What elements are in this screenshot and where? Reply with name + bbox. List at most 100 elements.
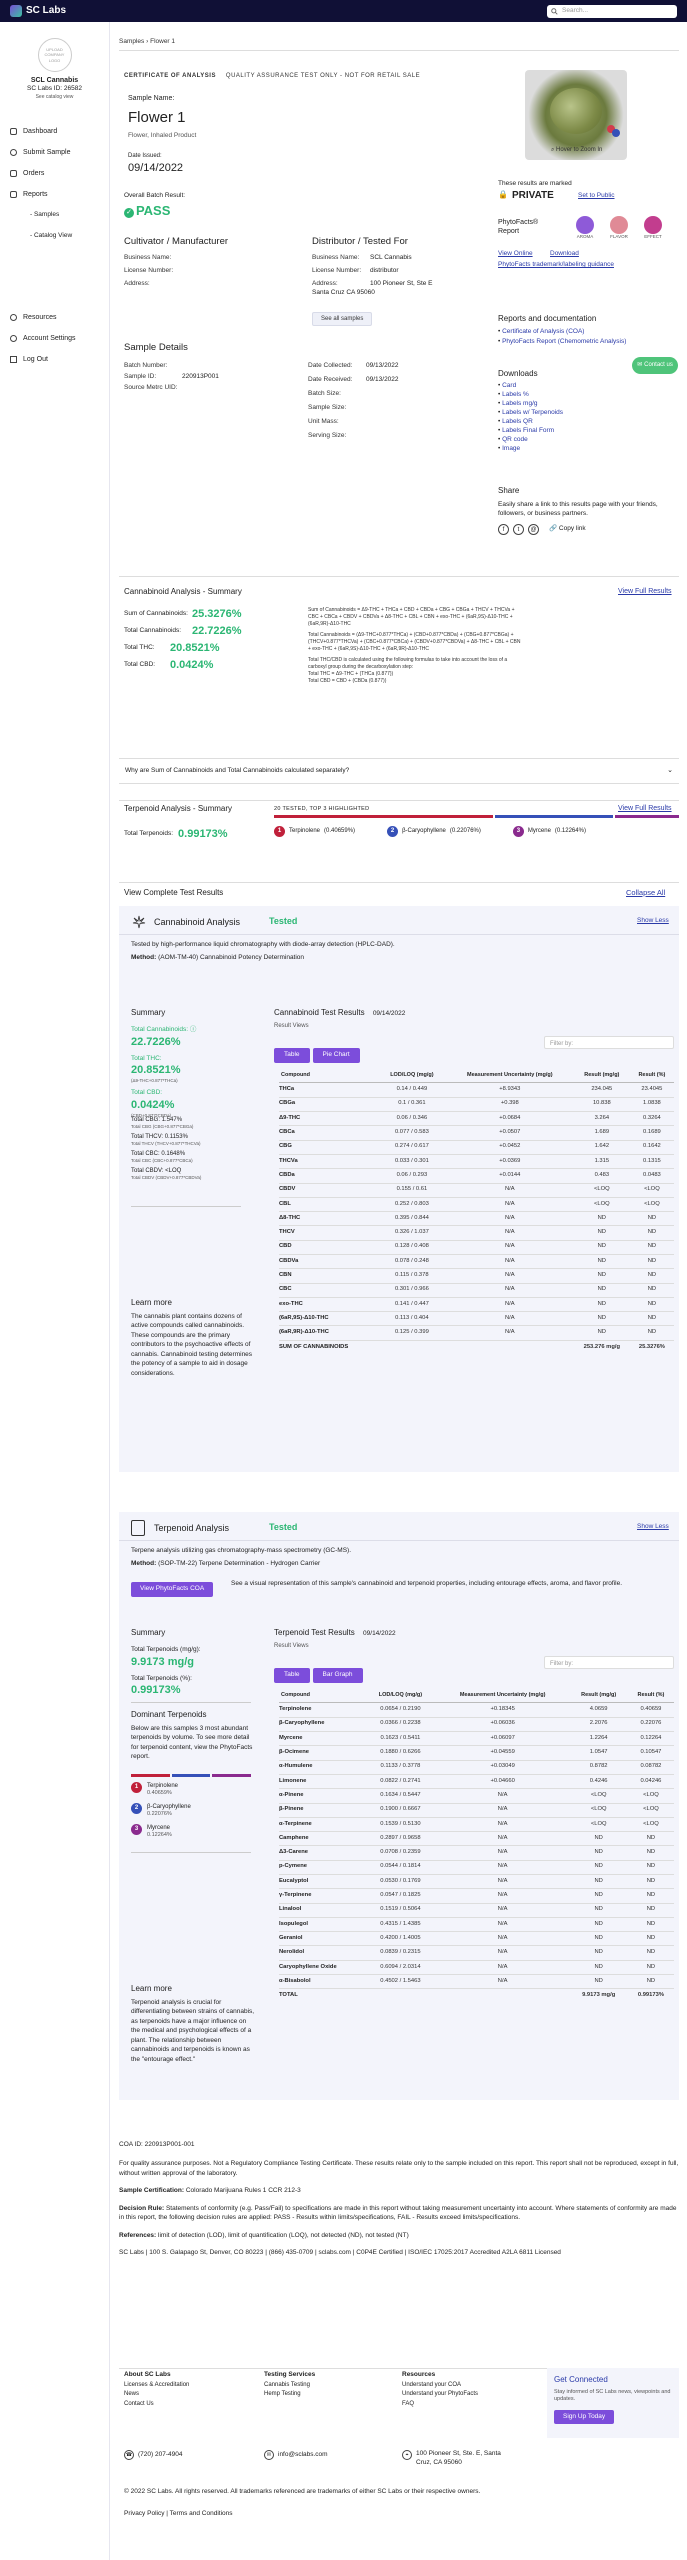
collapse-all-link[interactable]: Collapse All <box>626 888 665 898</box>
terpenoid-view-full-results[interactable]: View Full Results <box>618 804 672 813</box>
decision-value: Statements of conformity (e.g. Pass/Fail… <box>119 2204 677 2222</box>
table-cell: N/A <box>445 1211 574 1227</box>
download-qr-code[interactable]: QR code <box>502 436 528 443</box>
tab-table[interactable]: Table <box>274 1048 310 1063</box>
sidebar-item-label: Orders <box>23 169 45 177</box>
footer-email[interactable]: ✉ info@sclabs.com <box>264 2450 328 2460</box>
sidebar-item-resources[interactable]: Resources <box>10 307 109 328</box>
report-phytofacts-link[interactable]: PhytoFacts Report (Chemometric Analysis) <box>502 338 626 345</box>
sidebar-item-orders[interactable]: Orders <box>10 163 109 184</box>
faq-accordion[interactable]: Why are Sum of Cannabinoids and Total Ca… <box>119 758 679 784</box>
cannabinoid-tested-badge: Tested <box>269 916 298 926</box>
table-row: Myrcene 0.1623 / 0.5411 +0.06097 1.2264 0.12… <box>279 1731 674 1747</box>
view-phytofacts-coa-button[interactable]: View PhytoFacts COA <box>131 1582 214 1597</box>
terpenoid-name: Myrcene <box>147 1825 171 1831</box>
flavor-chip[interactable]: FLAVOR <box>610 216 628 240</box>
sidebar-item-account-settings[interactable]: Account Settings <box>10 328 109 349</box>
download-labels-qr[interactable]: Labels QR <box>502 418 533 425</box>
effect-chip[interactable]: EFFECT <box>644 216 662 240</box>
footer-link[interactable]: Cannabis Testing <box>264 2381 315 2391</box>
table-row: CBDV 0.155 / 0.61 N/A <LOQ <LOQ <box>279 1183 674 1198</box>
footer-link[interactable]: FAQ <box>402 2400 478 2410</box>
footer-link[interactable]: Understand your PhytoFacts <box>402 2390 478 2400</box>
download-labels-pct[interactable]: Labels % <box>502 391 529 398</box>
sidebar-item-dashboard[interactable]: Dashboard <box>10 121 109 142</box>
email-icon[interactable]: @ <box>528 524 539 535</box>
footer-link[interactable]: News <box>124 2390 189 2400</box>
table-cell: 0.0654 / 0.2190 <box>365 1702 436 1718</box>
phytofacts-guidelines-link[interactable]: PhytoFacts trademark/labeling guidance <box>498 261 614 270</box>
table-cell: 234.045 <box>573 1082 630 1098</box>
twitter-icon[interactable]: t <box>513 524 524 535</box>
see-all-samples-button[interactable]: See all samples <box>312 312 373 327</box>
tab-bar-graph[interactable]: Bar Graph <box>312 1668 363 1683</box>
cannabinoid-filter-input[interactable]: Filter by: <box>544 1036 674 1049</box>
table-cell: CBDV <box>279 1183 379 1198</box>
terpenoid-show-less[interactable]: Show Less <box>637 1523 669 1532</box>
breadcrumb-samples-link[interactable]: Samples <box>119 38 144 45</box>
search-input[interactable]: Search... <box>547 4 677 18</box>
table-cell: Caryophyllene Oxide <box>279 1960 366 1976</box>
info-icon[interactable]: ⓘ <box>190 1026 197 1033</box>
myrcene-bar-segment <box>614 815 679 818</box>
table-cell: +0.0144 <box>445 1168 574 1184</box>
sign-up-button[interactable]: Sign Up Today <box>554 2409 615 2425</box>
sidebar-item-catalog-view[interactable]: - Catalog View <box>10 226 109 247</box>
sidebar-item-samples[interactable]: - Samples <box>10 205 109 226</box>
sidebar-item-log-out[interactable]: Log Out <box>10 349 109 370</box>
footer-link[interactable]: Contact Us <box>124 2400 189 2410</box>
download-card[interactable]: Card <box>502 382 516 389</box>
sample-details-left: Batch Number: Sample ID: 220913P001 Sourc… <box>124 362 304 395</box>
table-cell: <LOQ <box>573 1197 630 1213</box>
download-labels-final[interactable]: Labels Final Form <box>502 427 554 434</box>
tab-pie-chart[interactable]: Pie Chart <box>312 1048 360 1063</box>
facebook-icon[interactable]: f <box>498 524 509 535</box>
phone-number: (720) 207-4904 <box>138 2450 183 2458</box>
table-row: Terpinolene 0.0654 / 0.2190 +0.18345 4.0659… <box>279 1702 674 1718</box>
footer-link[interactable]: Licenses & Accreditation <box>124 2381 189 2391</box>
table-cell: α-Pinene <box>279 1788 366 1804</box>
report-coa[interactable]: • Certificate of Analysis (COA) <box>498 327 626 337</box>
formula-note: Total THC/CBD is calculated using the fo… <box>308 657 508 670</box>
table-cell: N/A <box>435 1860 570 1875</box>
table-cell: 0.2897 / 0.9658 <box>365 1831 436 1847</box>
report-coa-link[interactable]: Certificate of Analysis (COA) <box>502 328 584 335</box>
copy-link-button[interactable]: 🔗 Copy link <box>549 525 586 534</box>
cannabinoid-show-less[interactable]: Show Less <box>637 917 669 926</box>
contact-us-button[interactable]: ✉ Contact us <box>632 357 678 374</box>
footer-phone[interactable]: ☎ (720) 207-4904 <box>124 2450 182 2460</box>
catalog-view-link[interactable]: See catalog view <box>0 94 109 101</box>
cannabinoid-analysis-card: Cannabinoid Analysis Tested Show Less Te… <box>119 906 679 1472</box>
table-cell: ND <box>629 1268 674 1284</box>
footer-resources-title: Resources <box>402 2371 436 2378</box>
sample-certification: Sample Certification: Colorado Marijuana… <box>119 2186 679 2195</box>
table-cell: 0.4502 / 1.5463 <box>365 1974 436 1990</box>
reports-title: Reports and documentation <box>498 314 597 323</box>
download-labels-mg[interactable]: Labels mg/g <box>502 400 537 407</box>
report-phytofacts[interactable]: • PhytoFacts Report (Chemometric Analysi… <box>498 337 626 347</box>
sidebar-item-submit-sample[interactable]: Submit Sample <box>10 142 109 163</box>
aroma-chip[interactable]: AROMA <box>576 216 594 240</box>
download-labels-terpenoids[interactable]: Labels w/ Terpenoids <box>502 409 563 416</box>
company-logo-upload[interactable]: UPLOAD COMPANY LOGO <box>37 38 72 72</box>
brand-logo[interactable]: SC Labs <box>10 4 66 18</box>
decision-label: Decision Rule: <box>119 2204 165 2212</box>
sidebar-item-reports[interactable]: Reports <box>10 184 109 205</box>
product-image[interactable]: ⌕ Hover to Zoom In <box>525 70 627 160</box>
sidebar-item-label: Log Out <box>23 355 48 363</box>
cannabinoid-view-full-results[interactable]: View Full Results <box>618 587 672 596</box>
table-cell: 2.2076 <box>569 1717 628 1733</box>
terpenoid-filter-input[interactable]: Filter by: <box>544 1656 674 1669</box>
formula-total: Total Cannabinoids = (Δ9-THC+0.877*THCa)… <box>308 632 521 652</box>
phytofacts-view-online[interactable]: View Online <box>498 250 533 259</box>
download-image[interactable]: Image <box>502 445 520 452</box>
table-cell: ND <box>629 1225 674 1241</box>
phytofacts-download[interactable]: Download <box>550 250 579 259</box>
footer-link[interactable]: Hemp Testing <box>264 2390 315 2400</box>
footer-link[interactable]: Understand your COA <box>402 2381 478 2391</box>
phytofacts-chips: AROMA FLAVOR EFFECT <box>576 216 662 240</box>
terms-link[interactable]: Terms and Conditions <box>170 2510 233 2517</box>
tab-table[interactable]: Table <box>274 1668 310 1683</box>
set-public-link[interactable]: Set to Public <box>578 192 615 201</box>
privacy-policy-link[interactable]: Privacy Policy <box>124 2510 164 2517</box>
